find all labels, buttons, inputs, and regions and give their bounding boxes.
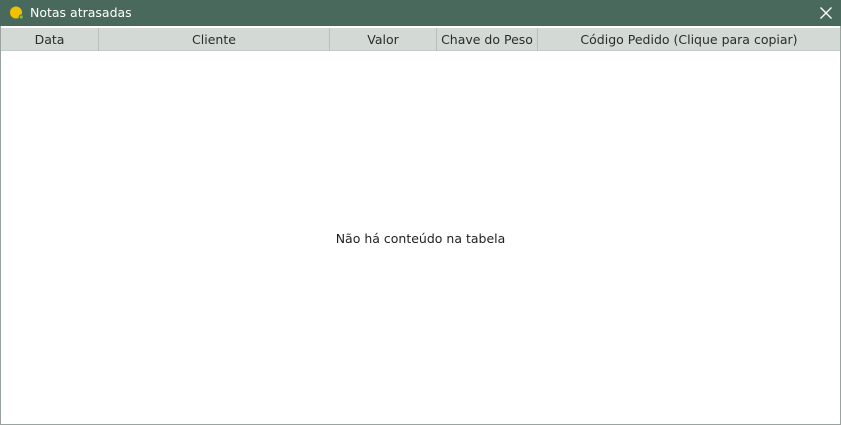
close-icon <box>820 4 832 23</box>
empty-table-message: Não há conteúdo na tabela <box>335 231 506 246</box>
title-bar[interactable]: Notas atrasadas <box>0 0 841 26</box>
column-header-chave-do-peso[interactable]: Chave do Peso <box>437 28 538 51</box>
window-title: Notas atrasadas <box>30 5 132 20</box>
column-header-valor[interactable]: Valor <box>330 28 437 51</box>
table-container: Data Cliente Valor Chave do Peso Código … <box>0 26 841 425</box>
yellow-circle-icon <box>9 5 25 21</box>
column-header-cliente[interactable]: Cliente <box>99 28 330 51</box>
notas-atrasadas-window: Notas atrasadas Data Cliente Valor Chave… <box>0 0 841 425</box>
table-header: Data Cliente Valor Chave do Peso Código … <box>1 28 840 51</box>
column-header-codigo-pedido[interactable]: Código Pedido (Clique para copiar) <box>538 28 840 51</box>
column-header-data[interactable]: Data <box>1 28 99 51</box>
close-button[interactable] <box>811 0 841 26</box>
